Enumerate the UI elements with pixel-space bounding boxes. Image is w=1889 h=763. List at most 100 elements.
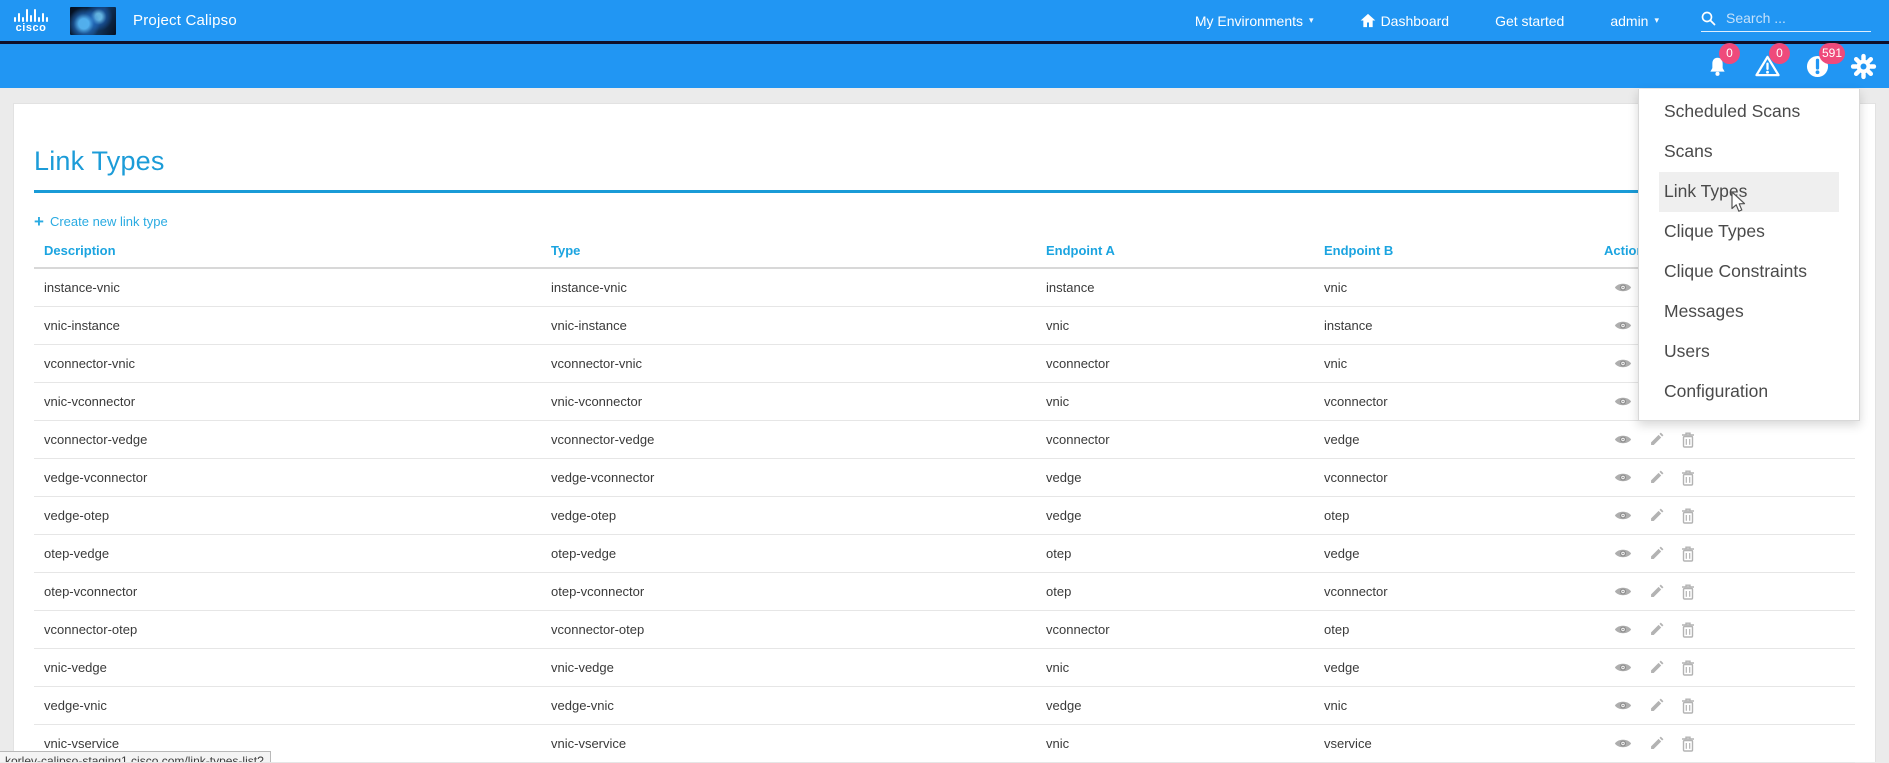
- row-actions: [1594, 698, 1855, 714]
- search-box: [1701, 9, 1871, 32]
- delete-button[interactable]: [1671, 432, 1695, 448]
- row-actions: [1594, 660, 1855, 676]
- settings-menu-button[interactable]: [1850, 53, 1877, 80]
- delete-button[interactable]: [1671, 470, 1695, 486]
- view-button[interactable]: [1604, 737, 1632, 750]
- cell-description: vedge-vnic: [34, 698, 541, 713]
- chevron-down-icon: ▾: [1309, 15, 1314, 26]
- edit-button[interactable]: [1639, 432, 1664, 447]
- col-header-endpoint-a[interactable]: Endpoint A: [1036, 243, 1314, 258]
- nav-admin-menu[interactable]: admin ▾: [1610, 13, 1659, 29]
- delete-button[interactable]: [1671, 698, 1695, 714]
- trash-icon: [1681, 584, 1695, 600]
- menu-item-clique-constraints[interactable]: Clique Constraints: [1659, 252, 1839, 292]
- delete-button[interactable]: [1671, 584, 1695, 600]
- edit-button[interactable]: [1639, 508, 1664, 523]
- table-row: instance-vnic instance-vnic instance vni…: [34, 269, 1855, 307]
- cell-endpoint-a: vedge: [1036, 698, 1314, 713]
- cell-type: vedge-vconnector: [541, 470, 1036, 485]
- pencil-icon: [1649, 546, 1664, 561]
- cell-type: otep-vedge: [541, 546, 1036, 561]
- trash-icon: [1681, 622, 1695, 638]
- nav-dashboard[interactable]: Dashboard: [1360, 13, 1450, 29]
- view-button[interactable]: [1604, 585, 1632, 598]
- cell-type: vconnector-vedge: [541, 432, 1036, 447]
- delete-button[interactable]: [1671, 546, 1695, 562]
- menu-item-scans[interactable]: Scans: [1659, 132, 1839, 172]
- edit-button[interactable]: [1639, 470, 1664, 485]
- chevron-down-icon: ▾: [1654, 15, 1659, 26]
- eye-icon: [1614, 357, 1632, 370]
- view-button[interactable]: [1604, 471, 1632, 484]
- pencil-icon: [1649, 508, 1664, 523]
- cell-type: vnic-vconnector: [541, 394, 1036, 409]
- eye-icon: [1614, 509, 1632, 522]
- view-button[interactable]: [1604, 395, 1632, 408]
- delete-button[interactable]: [1671, 736, 1695, 752]
- cell-endpoint-a: vnic: [1036, 318, 1314, 333]
- view-button[interactable]: [1604, 509, 1632, 522]
- menu-item-clique-types[interactable]: Clique Types: [1659, 212, 1839, 252]
- app-title: Project Calipso: [133, 12, 237, 29]
- edit-button[interactable]: [1639, 660, 1664, 675]
- link-types-page: Link Types + Create new link type Descri…: [13, 103, 1876, 762]
- pencil-icon: [1649, 698, 1664, 713]
- view-button[interactable]: [1604, 699, 1632, 712]
- table-row: vnic-instance vnic-instance vnic instanc…: [34, 307, 1855, 345]
- nav-my-environments[interactable]: My Environments ▾: [1195, 13, 1314, 29]
- col-header-type[interactable]: Type: [541, 243, 1036, 258]
- row-actions: [1594, 432, 1855, 448]
- table-header-row: Description Type Endpoint A Endpoint B A…: [34, 243, 1855, 269]
- view-button[interactable]: [1604, 357, 1632, 370]
- col-header-description[interactable]: Description: [34, 243, 541, 258]
- delete-button[interactable]: [1671, 622, 1695, 638]
- delete-button[interactable]: [1671, 660, 1695, 676]
- table-row: vedge-vnic vedge-vnic vedge vnic: [34, 687, 1855, 725]
- edit-button[interactable]: [1639, 546, 1664, 561]
- gear-icon: [1850, 53, 1877, 80]
- eye-icon: [1614, 737, 1632, 750]
- edit-button[interactable]: [1639, 622, 1664, 637]
- table-row: otep-vconnector otep-vconnector otep vco…: [34, 573, 1855, 611]
- table-row: vedge-otep vedge-otep vedge otep: [34, 497, 1855, 535]
- create-new-link-type-button[interactable]: + Create new link type: [34, 214, 168, 229]
- pencil-icon: [1649, 622, 1664, 637]
- row-actions: [1594, 584, 1855, 600]
- cell-endpoint-b: vedge: [1314, 432, 1594, 447]
- cell-type: otep-vconnector: [541, 584, 1036, 599]
- view-button[interactable]: [1604, 623, 1632, 636]
- col-header-endpoint-b[interactable]: Endpoint B: [1314, 243, 1594, 258]
- cisco-logo-text: cisco: [16, 23, 47, 33]
- cell-type: vedge-otep: [541, 508, 1036, 523]
- edit-button[interactable]: [1639, 698, 1664, 713]
- menu-item-users[interactable]: Users: [1659, 332, 1839, 372]
- pencil-icon: [1649, 470, 1664, 485]
- cell-endpoint-b: instance: [1314, 318, 1594, 333]
- edit-button[interactable]: [1639, 584, 1664, 599]
- alarms-button[interactable]: 0: [1704, 53, 1730, 79]
- view-button[interactable]: [1604, 661, 1632, 674]
- top-navbar: cisco Project Calipso My Environments ▾ …: [0, 0, 1889, 41]
- view-button[interactable]: [1604, 281, 1632, 294]
- cell-type: vedge-vnic: [541, 698, 1036, 713]
- nav-get-started[interactable]: Get started: [1495, 13, 1564, 29]
- menu-item-configuration[interactable]: Configuration: [1659, 372, 1839, 412]
- view-button[interactable]: [1604, 319, 1632, 332]
- errors-button[interactable]: 591: [1804, 53, 1830, 79]
- view-button[interactable]: [1604, 547, 1632, 560]
- menu-item-messages[interactable]: Messages: [1659, 292, 1839, 332]
- cell-endpoint-a: vnic: [1036, 660, 1314, 675]
- search-input[interactable]: [1724, 9, 1871, 27]
- trash-icon: [1681, 546, 1695, 562]
- menu-item-link-types[interactable]: Link Types: [1659, 172, 1839, 212]
- row-actions: [1594, 736, 1855, 752]
- page-title: Link Types: [34, 146, 1855, 193]
- view-button[interactable]: [1604, 433, 1632, 446]
- warnings-button[interactable]: 0: [1754, 53, 1780, 79]
- menu-item-scheduled-scans[interactable]: Scheduled Scans: [1659, 92, 1839, 132]
- cell-endpoint-a: instance: [1036, 280, 1314, 295]
- edit-button[interactable]: [1639, 736, 1664, 751]
- trash-icon: [1681, 508, 1695, 524]
- navbar-links: My Environments ▾ Dashboard Get started …: [1149, 9, 1871, 32]
- delete-button[interactable]: [1671, 508, 1695, 524]
